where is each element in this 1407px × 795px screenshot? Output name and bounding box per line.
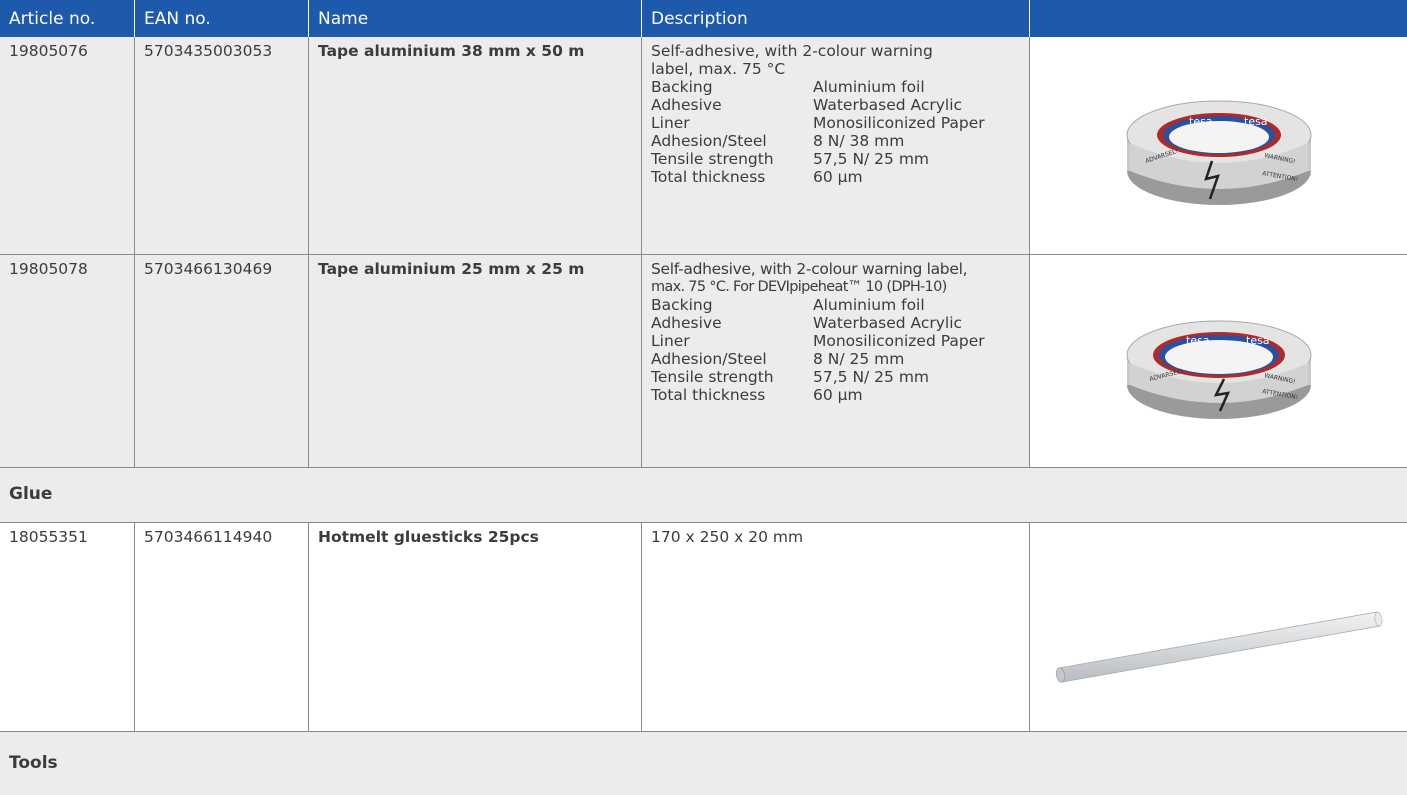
tape-roll-image: tesa tesa ADVARSEL! WARNING! ATTENTION! (1126, 100, 1312, 205)
table-row: 18055351 5703466114940 Hotmelt gluestick… (0, 523, 1407, 732)
header-article-no: Article no. (0, 0, 135, 37)
header-name: Name (309, 0, 642, 37)
spec-list: Backing Aluminium foil Adhesive Waterbased… (651, 78, 1021, 186)
spec-label: Total thickness (651, 168, 766, 186)
section-header-glue: Glue (0, 468, 1407, 523)
spec-label: Tensile strength (651, 368, 774, 386)
ean-number: 5703435003053 (135, 37, 309, 254)
table-row: 19805078 5703466130469 Tape aluminium 25… (0, 255, 1407, 468)
spec-value: 57,5 N/ 25 mm (813, 150, 930, 168)
table-row: 19805076 5703435003053 Tape aluminium 38… (0, 37, 1407, 255)
spec-label: Adhesive (651, 96, 722, 114)
spec-value: 60 µm (813, 168, 863, 186)
spec-value: 57,5 N/ 25 mm (813, 368, 930, 386)
brand-label: tesa (1186, 334, 1210, 347)
spec-value: 8 N/ 25 mm (813, 350, 905, 368)
spec-label: Total thickness (651, 386, 766, 404)
spec-value: Waterbased Acrylic (813, 96, 963, 114)
tape-roll-image: tesa tesa ADVARSEL! WARNING! ATTENTION! (1126, 320, 1312, 419)
spec-value: 8 N/ 38 mm (813, 132, 905, 150)
spec-value: Aluminium foil (813, 296, 925, 314)
spec-label: Adhesive (651, 314, 722, 332)
brand-label: tesa (1246, 334, 1270, 347)
spec-label: Tensile strength (651, 150, 774, 168)
ean-number: 5703466114940 (135, 523, 309, 731)
section-header-tools: Tools (0, 732, 1407, 795)
header-ean-no: EAN no. (135, 0, 309, 37)
spec-label: Adhesion/Steel (651, 350, 767, 368)
gluestick-image (1055, 611, 1383, 683)
spec-label: Liner (651, 332, 690, 350)
spec-list: Backing Aluminium foil Adhesive Waterbased… (651, 296, 1021, 404)
spec-label: Backing (651, 78, 713, 96)
article-number: 18055351 (0, 523, 135, 731)
product-table: Article no. EAN no. Name Description 198… (0, 0, 1407, 795)
ean-number: 5703466130469 (135, 255, 309, 467)
product-image-cell: tesa tesa ADVARSEL! WARNING! ATTENTION! (1030, 255, 1407, 467)
product-description: Self-adhesive, with 2-colour warning lab… (642, 37, 1030, 254)
description-line: Self-adhesive, with 2-colour warning lab… (651, 260, 968, 278)
product-name: Hotmelt gluesticks 25pcs (309, 523, 642, 731)
product-name: Tape aluminium 25 mm x 25 m (309, 255, 642, 467)
spec-value: Monosiliconized Paper (813, 332, 985, 350)
brand-label: tesa (1244, 115, 1268, 128)
spec-label: Adhesion/Steel (651, 132, 767, 150)
table-header: Article no. EAN no. Name Description (0, 0, 1407, 37)
header-description: Description (642, 0, 1030, 37)
brand-label: tesa (1189, 115, 1213, 128)
spec-value: Aluminium foil (813, 78, 925, 96)
spec-value: 60 µm (813, 386, 863, 404)
product-description: 170 x 250 x 20 mm (642, 523, 1030, 731)
spec-label: Liner (651, 114, 690, 132)
description-line: max. 75 °C. For DEVIpipeheat™ 10 (DPH-10… (651, 279, 947, 295)
spec-value: Waterbased Acrylic (813, 314, 963, 332)
header-image (1030, 0, 1407, 37)
product-name: Tape aluminium 38 mm x 50 m (309, 37, 642, 254)
description-line: label, max. 75 °C (651, 60, 786, 78)
product-description: Self-adhesive, with 2-colour warning lab… (642, 255, 1030, 467)
article-number: 19805078 (0, 255, 135, 467)
product-image-cell: tesa tesa ADVARSEL! WARNING! ATTENTION! (1030, 37, 1407, 254)
product-image-cell (1030, 523, 1407, 731)
spec-label: Backing (651, 296, 713, 314)
article-number: 19805076 (0, 37, 135, 254)
spec-value: Monosiliconized Paper (813, 114, 985, 132)
description-line: Self-adhesive, with 2-colour warning (651, 42, 933, 60)
